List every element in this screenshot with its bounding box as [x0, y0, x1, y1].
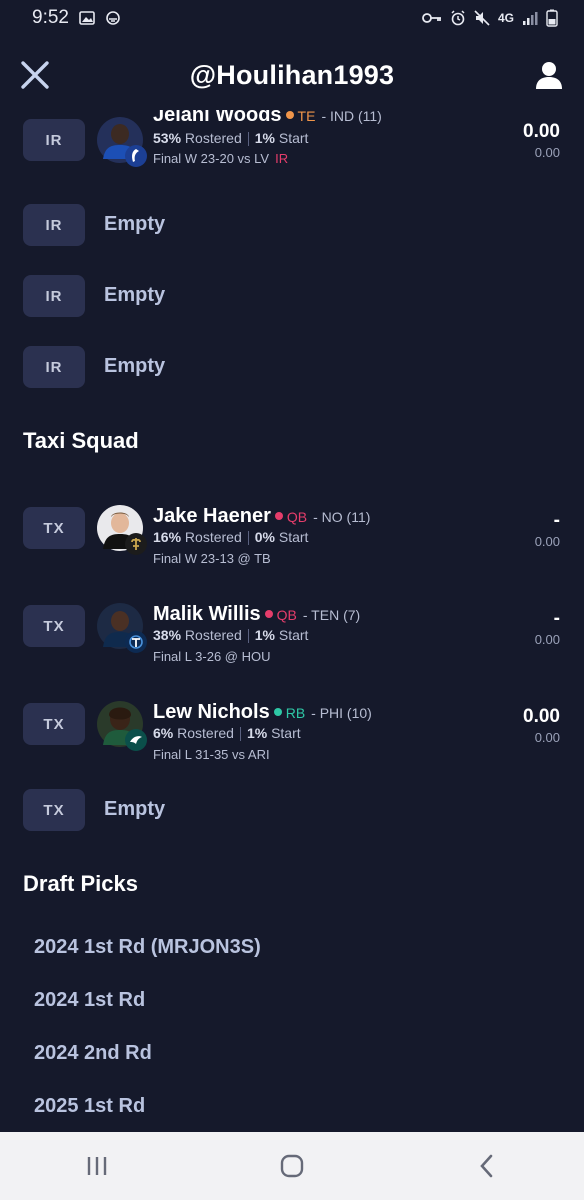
- taxi-squad-title: Taxi Squad: [23, 428, 139, 453]
- home-icon: [280, 1154, 304, 1178]
- player-position: RB: [285, 705, 306, 721]
- player-game-result: Final W 23-13 @ TB: [153, 551, 271, 566]
- colts-logo-icon: [125, 145, 147, 167]
- status-bar: 9:52 4G: [0, 0, 584, 36]
- position-dot: [274, 511, 283, 520]
- position-dot: [273, 707, 282, 716]
- draft-pick-item[interactable]: 2024 1st Rd: [34, 989, 145, 1012]
- player-ownership: 6% Rostered 1% Start: [153, 725, 301, 742]
- empty-slot-label[interactable]: Empty: [104, 798, 165, 821]
- roster-row-ir-empty[interactable]: IR Empty: [0, 346, 584, 388]
- player-name-line[interactable]: Malik Willis QB - TEN (7): [153, 603, 360, 626]
- draft-pick-item[interactable]: 2024 1st Rd (MRJON3S): [34, 936, 261, 959]
- roster-content[interactable]: IR Jelani Woods TE - IND (11) 53% Rostered…: [0, 110, 584, 1132]
- recent-apps-button[interactable]: [77, 1146, 117, 1186]
- slot-badge[interactable]: TX: [23, 507, 85, 549]
- roster-row-tx-player[interactable]: TX Malik Willis QB - TEN (7) 38% Rostered 1…: [0, 592, 584, 664]
- player-position: TE: [297, 110, 316, 124]
- player-projected: 0.00: [534, 730, 560, 745]
- player-team-info: - TEN (7): [302, 607, 361, 623]
- player-projected: 0.00: [534, 534, 560, 549]
- draft-pick-item[interactable]: 2025 1st Rd: [34, 1095, 145, 1118]
- player-ownership: 16% Rostered 0% Start: [153, 529, 309, 546]
- home-button[interactable]: [272, 1146, 312, 1186]
- player-team-info: - PHI (10): [311, 705, 372, 721]
- player-name[interactable]: Malik Willis: [153, 603, 261, 625]
- player-ownership: 53% Rostered 1% Start: [153, 130, 309, 147]
- player-game-result: Final L 31-35 vs ARI: [153, 747, 270, 762]
- page-title: @Houlihan1993: [189, 59, 395, 90]
- slot-badge[interactable]: IR: [23, 346, 85, 388]
- slot-badge[interactable]: IR: [23, 119, 85, 161]
- slot-badge[interactable]: TX: [23, 789, 85, 831]
- app-header: @Houlihan1993: [0, 48, 584, 102]
- player-team-info: - NO (11): [313, 509, 371, 525]
- player-ownership: 38% Rostered 1% Start: [153, 627, 309, 644]
- roster-row-tx-player[interactable]: TX Lew Nichols RB - PHI (10) 6% Rostered 1%…: [0, 690, 584, 762]
- player-game-result: Final L 3-26 @ HOU: [153, 649, 271, 664]
- empty-slot-label[interactable]: Empty: [104, 284, 165, 307]
- player-team-info: - IND (11): [321, 110, 382, 124]
- roster-row-tx-empty[interactable]: TX Empty: [0, 789, 584, 831]
- alarm-icon: [451, 10, 465, 26]
- back-button[interactable]: [467, 1146, 507, 1186]
- player-score: -: [553, 510, 560, 531]
- slot-badge[interactable]: TX: [23, 605, 85, 647]
- player-name-line[interactable]: Jelani Woods TE - IND (11): [153, 110, 382, 127]
- slot-badge[interactable]: IR: [23, 204, 85, 246]
- battery-icon: [546, 9, 558, 27]
- empty-slot-label[interactable]: Empty: [104, 355, 165, 378]
- player-name[interactable]: Jake Haener: [153, 505, 271, 527]
- position-dot: [264, 609, 273, 618]
- player-projected: 0.00: [534, 145, 560, 160]
- player-name-line[interactable]: Jake Haener QB - NO (11): [153, 505, 370, 528]
- draft-pick-item[interactable]: 2024 2nd Rd: [34, 1042, 152, 1065]
- signal-icon: [523, 12, 538, 25]
- slot-badge[interactable]: IR: [23, 275, 85, 317]
- player-position: QB: [286, 509, 308, 525]
- player-name-line[interactable]: Lew Nichols RB - PHI (10): [153, 701, 372, 724]
- injury-status-tag: IR: [275, 151, 289, 166]
- player-name[interactable]: Lew Nichols: [153, 701, 270, 723]
- player-avatar: [97, 603, 147, 653]
- draft-picks-title: Draft Picks: [23, 871, 138, 896]
- player-position: QB: [276, 607, 297, 623]
- network-type: 4G: [497, 11, 514, 25]
- key-icon: [422, 13, 441, 23]
- player-score: -: [553, 608, 560, 629]
- status-time: 9:52: [32, 7, 69, 28]
- eagles-logo-icon: [125, 729, 147, 751]
- empty-slot-label[interactable]: Empty: [104, 213, 165, 236]
- player-score: 0.00: [523, 121, 560, 142]
- player-avatar: [97, 701, 147, 751]
- roster-row-ir-player[interactable]: IR Jelani Woods TE - IND (11) 53% Rostered…: [0, 110, 584, 170]
- football-helmet-icon: [106, 11, 120, 25]
- user-profile-icon[interactable]: [534, 60, 564, 90]
- saints-logo-icon: [125, 533, 147, 555]
- roster-row-ir-empty[interactable]: IR Empty: [0, 275, 584, 317]
- player-avatar: [97, 505, 147, 555]
- system-nav-bar: [0, 1132, 584, 1200]
- roster-row-tx-player[interactable]: TX Jake Haener QB - NO (11) 16% Rostered 0%…: [0, 494, 584, 566]
- roster-row-ir-empty[interactable]: IR Empty: [0, 204, 584, 246]
- player-name[interactable]: Jelani Woods: [153, 110, 282, 126]
- mute-icon: [474, 10, 490, 26]
- player-projected: 0.00: [534, 632, 560, 647]
- player-score: 0.00: [523, 706, 560, 727]
- gallery-icon: [79, 11, 95, 25]
- position-dot: [285, 110, 294, 119]
- recent-apps-icon: [88, 1157, 107, 1175]
- player-avatar: [97, 117, 147, 167]
- slot-badge[interactable]: TX: [23, 703, 85, 745]
- close-icon[interactable]: [18, 58, 52, 92]
- back-icon: [479, 1154, 492, 1178]
- titans-logo-icon: [125, 631, 147, 653]
- player-game-result: Final W 23-20 vs LV IR: [153, 151, 289, 166]
